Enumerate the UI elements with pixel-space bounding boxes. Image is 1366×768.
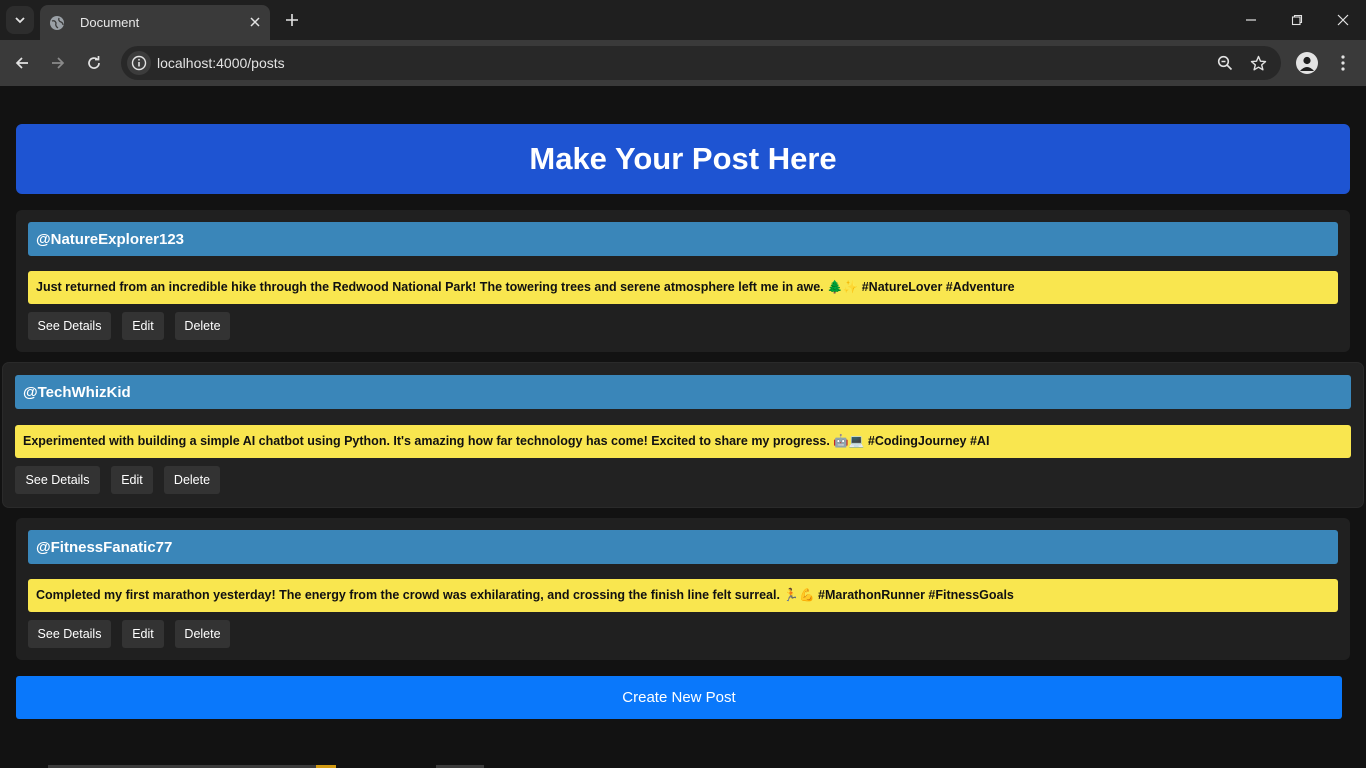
post-card: @NatureExplorer123 Just returned from an… [16, 210, 1350, 352]
see-details-button[interactable]: See Details [15, 466, 100, 494]
globe-icon [49, 15, 65, 31]
post-content: Completed my first marathon yesterday! T… [28, 579, 1338, 612]
post-content: Experimented with building a simple AI c… [15, 425, 1351, 458]
url-text: localhost:4000/posts [157, 55, 285, 71]
browser-tab[interactable]: Document [40, 5, 270, 40]
delete-button[interactable]: Delete [175, 620, 230, 648]
close-tab-icon[interactable] [246, 13, 264, 31]
post-content: Just returned from an incredible hike th… [28, 271, 1338, 304]
more-menu-icon[interactable] [1332, 52, 1354, 74]
delete-button[interactable]: Delete [175, 312, 230, 340]
address-bar[interactable]: localhost:4000/posts [121, 46, 1281, 80]
post-actions: See Details Edit Delete [15, 466, 231, 494]
profile-avatar-icon[interactable] [1296, 52, 1318, 74]
chevron-down-icon [15, 17, 25, 24]
tab-search-button[interactable] [6, 6, 34, 34]
forward-arrow-icon[interactable] [44, 49, 72, 77]
see-details-button[interactable]: See Details [28, 312, 111, 340]
see-details-button[interactable]: See Details [28, 620, 111, 648]
delete-button[interactable]: Delete [164, 466, 220, 494]
page-title: Make Your Post Here [529, 141, 837, 176]
post-username: @TechWhizKid [15, 375, 1351, 409]
post-card: @FitnessFanatic77 Completed my first mar… [16, 518, 1350, 660]
post-username: @FitnessFanatic77 [28, 530, 1338, 564]
page-content: Make Your Post Here @NatureExplorer123 J… [0, 86, 1366, 768]
post-actions: See Details Edit Delete [28, 620, 241, 648]
browser-toolbar: localhost:4000/posts [0, 40, 1366, 86]
post-card: @TechWhizKid Experimented with building … [3, 363, 1363, 507]
close-window-icon[interactable] [1320, 0, 1366, 40]
site-info-icon[interactable] [127, 51, 151, 75]
create-new-post-button[interactable]: Create New Post [16, 676, 1342, 719]
tab-title: Document [80, 15, 140, 30]
browser-tab-bar: Document [0, 0, 1366, 40]
edit-button[interactable]: Edit [111, 466, 153, 494]
edit-button[interactable]: Edit [122, 620, 164, 648]
zoom-icon[interactable] [1214, 52, 1236, 74]
header-banner: Make Your Post Here [16, 124, 1350, 194]
post-username: @NatureExplorer123 [28, 222, 1338, 256]
reload-icon[interactable] [80, 49, 108, 77]
restore-icon[interactable] [1274, 0, 1320, 40]
minimize-icon[interactable] [1228, 0, 1274, 40]
bookmark-star-icon[interactable] [1247, 52, 1269, 74]
new-tab-icon[interactable] [282, 10, 302, 30]
edit-button[interactable]: Edit [122, 312, 164, 340]
post-actions: See Details Edit Delete [28, 312, 241, 340]
back-arrow-icon[interactable] [8, 49, 36, 77]
